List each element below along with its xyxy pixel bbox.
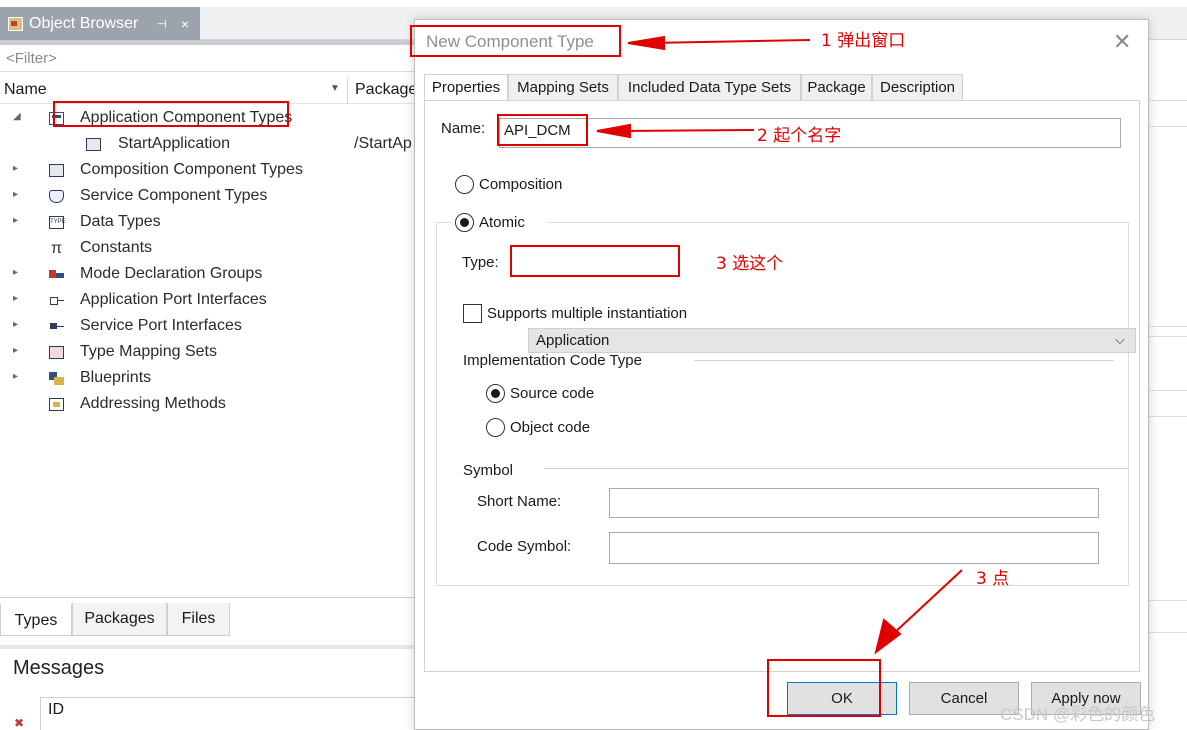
annotation-arrows [596, 35, 963, 655]
annotation-step1: 1 弹出窗口 [821, 31, 906, 51]
annotation-step2: 2 起个名字 [757, 126, 842, 146]
arrow-step1-line [649, 39, 811, 44]
annotation-step3-click: 3 点 [976, 569, 1010, 589]
arrow-step3-line [891, 569, 963, 636]
annotation-step3-select: 3 选这个 [716, 254, 784, 274]
watermark: CSDN @彩色的颜色 [1000, 705, 1156, 724]
arrow-step1-head [627, 35, 665, 51]
arrow-step2-head [596, 123, 631, 139]
arrow-step3-head [874, 618, 902, 655]
arrow-step2-line [619, 129, 755, 132]
